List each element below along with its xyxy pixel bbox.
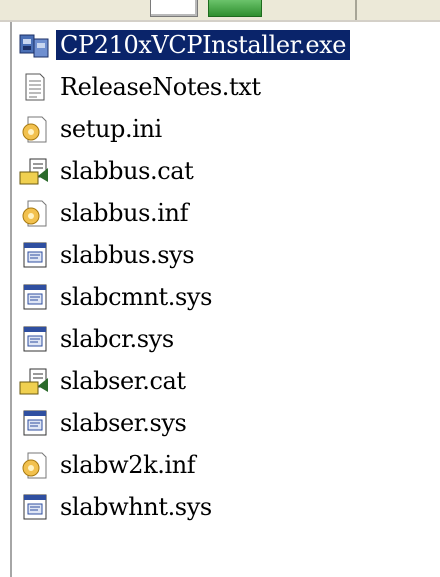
file-name: slabser.cat <box>60 367 186 395</box>
security-catalog-icon <box>18 366 52 396</box>
column-separator[interactable] <box>355 0 357 20</box>
toolbar-strip <box>0 0 440 22</box>
file-item-cp210xvcpinstaller-exe[interactable]: CP210xVCPInstaller.exe <box>18 24 438 66</box>
file-name: slabw2k.inf <box>60 451 196 479</box>
file-item-slabser-cat[interactable]: slabser.cat <box>18 360 438 402</box>
system-file-icon <box>18 240 52 270</box>
file-item-slabbus-inf[interactable]: slabbus.inf <box>18 192 438 234</box>
file-item-slabcmnt-sys[interactable]: slabcmnt.sys <box>18 276 438 318</box>
file-item-releasenotes-txt[interactable]: ReleaseNotes.txt <box>18 66 438 108</box>
file-list: CP210xVCPInstaller.exe ReleaseNotes.txt … <box>18 24 438 528</box>
system-file-icon <box>18 492 52 522</box>
file-name: CP210xVCPInstaller.exe <box>56 30 351 60</box>
file-item-slabwhnt-sys[interactable]: slabwhnt.sys <box>18 486 438 528</box>
toolbar-bottom-border <box>0 20 440 22</box>
pane-left-border <box>10 22 12 577</box>
system-file-icon <box>18 324 52 354</box>
go-button[interactable] <box>208 0 262 17</box>
security-catalog-icon <box>18 156 52 186</box>
file-item-slabser-sys[interactable]: slabser.sys <box>18 402 438 444</box>
file-name: slabcmnt.sys <box>60 283 212 311</box>
file-item-slabcr-sys[interactable]: slabcr.sys <box>18 318 438 360</box>
settings-file-icon <box>18 114 52 144</box>
file-name: slabwhnt.sys <box>60 493 212 521</box>
file-name: slabcr.sys <box>60 325 174 353</box>
file-item-slabbus-cat[interactable]: slabbus.cat <box>18 150 438 192</box>
window-button[interactable] <box>150 0 198 17</box>
setup-info-icon <box>18 450 52 480</box>
file-name: slabser.sys <box>60 409 187 437</box>
installer-exe-icon <box>18 30 52 60</box>
file-item-setup-ini[interactable]: setup.ini <box>18 108 438 150</box>
file-name: slabbus.cat <box>60 157 194 185</box>
file-item-slabbus-sys[interactable]: slabbus.sys <box>18 234 438 276</box>
file-name: setup.ini <box>60 115 162 143</box>
text-file-icon <box>18 72 52 102</box>
file-item-slabw2k-inf[interactable]: slabw2k.inf <box>18 444 438 486</box>
setup-info-icon <box>18 198 52 228</box>
file-name: ReleaseNotes.txt <box>60 73 261 101</box>
file-name: slabbus.inf <box>60 199 189 227</box>
system-file-icon <box>18 408 52 438</box>
file-name: slabbus.sys <box>60 241 195 269</box>
system-file-icon <box>18 282 52 312</box>
